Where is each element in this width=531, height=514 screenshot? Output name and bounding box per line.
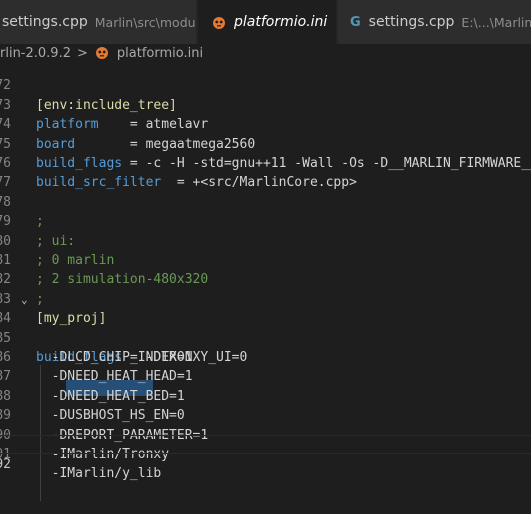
code-line[interactable]: 79 ; ui:	[0, 193, 531, 248]
code-line[interactable]: 74 board = megaatmega2560	[0, 96, 531, 151]
tab-description: E:\...\Marlin-XY-2	[461, 14, 531, 30]
code-line[interactable]: 77	[0, 154, 531, 190]
platformio-alien-icon	[212, 15, 226, 29]
chevron-down-icon[interactable]: ⌄	[21, 290, 28, 309]
code-line[interactable]: 80 ; 0 marlin	[0, 212, 531, 268]
code-line[interactable]: 84 ⌄ build_flags = -DTRONXY_UI=0	[0, 290, 531, 365]
code-line[interactable]: 88 -DUSBHOST_HS_EN=0	[0, 367, 531, 423]
code-line[interactable]: 87 -DNEED_HEAT_BED=1	[0, 348, 531, 403]
tab-label: platformio.ini	[234, 14, 328, 30]
current-line[interactable]: 92	[0, 435, 531, 472]
tab-description: Marlin\src\module	[94, 14, 196, 30]
code-line[interactable]: 90 -IMarlin/Tronxy	[0, 406, 531, 462]
code-editor[interactable]: 72 [env:include_tree] 73 platform = atme…	[0, 57, 531, 501]
code-line[interactable]: 85 -DLCD_CHIP_INDEX=1	[0, 309, 531, 365]
code-line[interactable]: 86 -DNEED_HEAT_HEAD=1	[0, 329, 531, 384]
code-line[interactable]: 82 ;	[0, 251, 531, 306]
code-line[interactable]: 76 build_src_filter = +<src/MarlinCore.c…	[0, 135, 531, 190]
tab-platformio-ini[interactable]: platformio.ini ×	[198, 0, 336, 44]
code-line[interactable]: 72 [env:include_tree]	[0, 57, 531, 112]
c-plus-plus-icon: G	[350, 14, 361, 30]
code-line[interactable]: 75 build_flags = -c -H -std=gnu++11 -Wal…	[0, 115, 531, 171]
code-line[interactable]: 81 ; 2 simulation-480x320	[0, 232, 531, 287]
tab-label: settings.cpp	[368, 14, 455, 30]
tab-settings-cpp-external[interactable]: G settings.cpp E:\...\Marlin-XY-2	[338, 0, 531, 44]
code-line[interactable]: 73 platform = atmelavr	[0, 76, 531, 132]
build-flag: -IMarlin/y_lib	[36, 466, 162, 482]
editor-tab-bar: settings.cpp Marlin\src\module platformi…	[0, 0, 531, 44]
line-number: 92	[0, 457, 11, 473]
tab-label: settings.cpp	[2, 14, 88, 30]
code-line[interactable]: 89 -DREPORT_PARAMETER=1	[0, 387, 531, 442]
code-line[interactable]: 78 ;	[0, 173, 531, 229]
code-line[interactable]: 83 [my_proj]	[0, 270, 531, 326]
tab-settings-cpp-module[interactable]: settings.cpp Marlin\src\module	[0, 0, 196, 44]
